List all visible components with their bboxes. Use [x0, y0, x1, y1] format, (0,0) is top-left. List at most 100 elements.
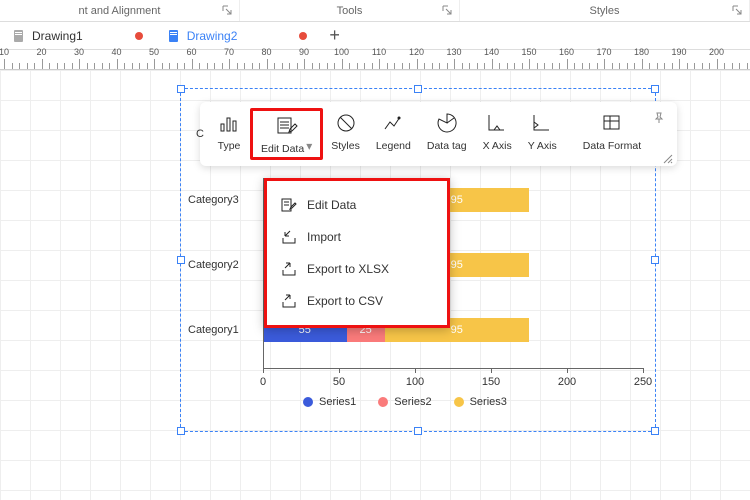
ruler-minor-tick — [102, 63, 103, 69]
new-tab-button[interactable]: + — [319, 25, 350, 46]
legend-item[interactable]: Series2 — [378, 396, 431, 408]
resize-handle[interactable] — [177, 85, 185, 93]
toolbar-label: Y Axis — [528, 140, 557, 152]
tab-label: Drawing1 — [32, 29, 83, 43]
ruler-tick: 70 — [229, 59, 230, 69]
unsaved-indicator-icon — [299, 32, 307, 40]
ruler-minor-tick — [657, 63, 658, 69]
ruler-minor-tick — [199, 63, 200, 69]
ruler-tick-label: 70 — [224, 47, 234, 57]
pin-icon[interactable] — [649, 108, 669, 128]
toolbar-xaxis-button[interactable]: X Axis — [475, 108, 520, 154]
edit-data-icon — [276, 115, 298, 137]
bar-chart-icon — [218, 112, 240, 134]
dropdown-item-export-csv[interactable]: Export to CSV — [269, 285, 445, 317]
ruler-minor-tick — [349, 63, 350, 69]
canvas[interactable]: Category395Category295Category1552595050… — [0, 70, 750, 500]
ruler-tick: 40 — [117, 59, 118, 69]
resize-grip-icon[interactable] — [663, 154, 673, 164]
ruler-minor-tick — [289, 63, 290, 69]
ruler-minor-tick — [582, 63, 583, 69]
ruler-tick-label: 130 — [446, 47, 461, 57]
ruler-minor-tick — [19, 63, 20, 69]
ruler-minor-tick — [274, 63, 275, 69]
dialog-launcher-icon[interactable] — [221, 4, 233, 16]
ruler-minor-tick — [477, 63, 478, 69]
ruler-tick: 110 — [379, 59, 380, 69]
toolbar-label: Data Format — [583, 140, 641, 152]
ruler-minor-tick — [49, 63, 50, 69]
resize-handle[interactable] — [651, 85, 659, 93]
ruler-tick-label: 200 — [709, 47, 724, 57]
ruler-tick: 30 — [79, 59, 80, 69]
ruler-tick: 20 — [42, 59, 43, 69]
dialog-launcher-icon[interactable] — [441, 4, 453, 16]
ruler-tick: 90 — [304, 59, 305, 69]
ruler-minor-tick — [709, 63, 710, 69]
ruler-minor-tick — [372, 63, 373, 69]
ruler-minor-tick — [499, 63, 500, 69]
resize-handle[interactable] — [651, 256, 659, 264]
ruler-tick-label: 90 — [299, 47, 309, 57]
legend-icon — [382, 112, 404, 134]
resize-handle[interactable] — [177, 427, 185, 435]
x-axis-tick — [263, 368, 264, 373]
tab-drawing2[interactable]: Drawing2 — [155, 22, 320, 49]
ruler-minor-tick — [687, 63, 688, 69]
ruler-tick-label: 170 — [596, 47, 611, 57]
ruler-minor-tick — [484, 63, 485, 69]
toolbar-edit-data-button[interactable]: Edit Data▾ — [250, 108, 323, 160]
ruler-tick-label: 140 — [484, 47, 499, 57]
toolbar-yaxis-button[interactable]: Y Axis — [520, 108, 565, 154]
ruler-minor-tick — [147, 63, 148, 69]
ruler-tick-label: 100 — [334, 47, 349, 57]
toolbar-styles-button[interactable]: Styles — [323, 108, 368, 154]
ruler-minor-tick — [597, 63, 598, 69]
toolbar-legend-button[interactable]: Legend — [368, 108, 419, 154]
dialog-launcher-icon[interactable] — [731, 4, 743, 16]
toolbar-datatag-button[interactable]: Data tag — [419, 108, 475, 154]
ruler-minor-tick — [514, 63, 515, 69]
resize-handle[interactable] — [414, 427, 422, 435]
x-axis-tick-label: 250 — [634, 376, 652, 388]
ruler-minor-tick — [27, 63, 28, 69]
dropdown-item-edit-data[interactable]: Edit Data — [269, 189, 445, 221]
ruler-tick-label: 110 — [372, 47, 386, 57]
ruler-tick: 130 — [454, 59, 455, 69]
ruler-minor-tick — [589, 63, 590, 69]
ruler-minor-tick — [132, 63, 133, 69]
ruler-tick: 10 — [4, 59, 5, 69]
ruler-minor-tick — [522, 63, 523, 69]
x-axis-tick — [415, 368, 416, 373]
ruler-minor-tick — [87, 63, 88, 69]
resize-handle[interactable] — [177, 256, 185, 264]
ruler-tick-label: 80 — [261, 47, 271, 57]
ruler-minor-tick — [252, 63, 253, 69]
toolbar-label: X Axis — [483, 140, 512, 152]
legend-swatch-icon — [303, 397, 313, 407]
toolbar-dataformat-button[interactable]: Data Format — [575, 108, 649, 154]
legend-item[interactable]: Series3 — [454, 396, 507, 408]
tab-drawing1[interactable]: Drawing1 — [0, 22, 155, 49]
category-label: Category3 — [188, 194, 239, 206]
resize-handle[interactable] — [414, 85, 422, 93]
ruler-minor-tick — [12, 63, 13, 69]
legend-item[interactable]: Series1 — [303, 396, 356, 408]
ruler-tick-label: 180 — [634, 47, 649, 57]
ruler-minor-tick — [739, 63, 740, 69]
ruler-tick: 80 — [267, 59, 268, 69]
ruler-tick-label: 30 — [74, 47, 84, 57]
dropdown-item-import[interactable]: Import — [269, 221, 445, 253]
tab-label: Drawing2 — [187, 29, 238, 43]
toolbar-label: Edit Data — [261, 143, 304, 155]
ruler-tick: 120 — [417, 59, 418, 69]
ruler-minor-tick — [327, 63, 328, 69]
toolbar-type-button[interactable]: Type — [208, 108, 250, 154]
ruler-minor-tick — [222, 63, 223, 69]
dropdown-item-export-xlsx[interactable]: Export to XLSX — [269, 253, 445, 285]
ruler-minor-tick — [649, 63, 650, 69]
ruler-minor-tick — [109, 63, 110, 69]
ruler-minor-tick — [619, 63, 620, 69]
resize-handle[interactable] — [651, 427, 659, 435]
ruler-minor-tick — [169, 63, 170, 69]
